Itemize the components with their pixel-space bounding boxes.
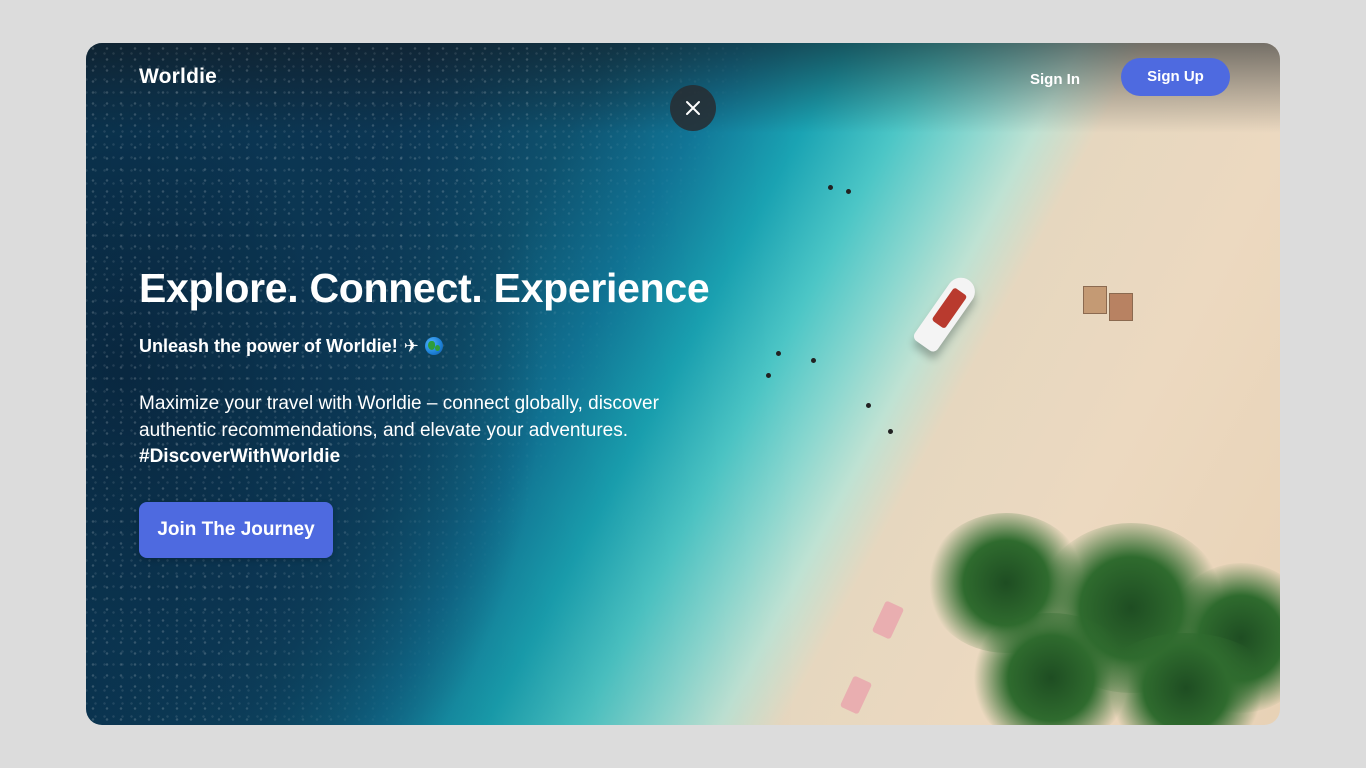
hero-description: Maximize your travel with Worldie – conn… <box>139 391 699 471</box>
person-image <box>846 189 851 194</box>
hero-title: Explore. Connect. Experience <box>139 265 710 311</box>
sign-in-link[interactable]: Sign In <box>1015 67 1095 93</box>
beach-hut-image <box>1109 293 1133 321</box>
hero-hashtag: #DiscoverWithWorldie <box>139 446 341 467</box>
hero-subtitle-text: Unleash the power of Worldie! <box>139 336 398 356</box>
person-image <box>811 358 816 363</box>
hero-description-text: Maximize your travel with Worldie – conn… <box>139 393 659 441</box>
beach-umbrella-image <box>839 675 873 715</box>
brand-logo[interactable]: Worldie <box>139 65 217 89</box>
person-image <box>888 429 893 434</box>
close-button[interactable] <box>670 85 716 131</box>
beach-umbrella-image <box>871 600 905 640</box>
person-image <box>766 373 771 378</box>
promo-modal: Worldie Sign In Sign Up Explore. Connect… <box>86 43 1280 725</box>
beach-hut-image <box>1083 286 1107 314</box>
person-image <box>776 351 781 356</box>
airplane-icon: ✈ <box>403 336 419 356</box>
boat-image <box>911 272 981 354</box>
join-the-journey-button[interactable]: Join The Journey <box>139 502 333 558</box>
sign-up-button[interactable]: Sign Up <box>1121 58 1230 96</box>
globe-emoji-icon <box>424 337 443 355</box>
close-icon <box>686 101 700 115</box>
person-image <box>828 185 833 190</box>
person-image <box>866 403 871 408</box>
hero-subtitle: Unleash the power of Worldie! ✈ <box>139 336 443 357</box>
